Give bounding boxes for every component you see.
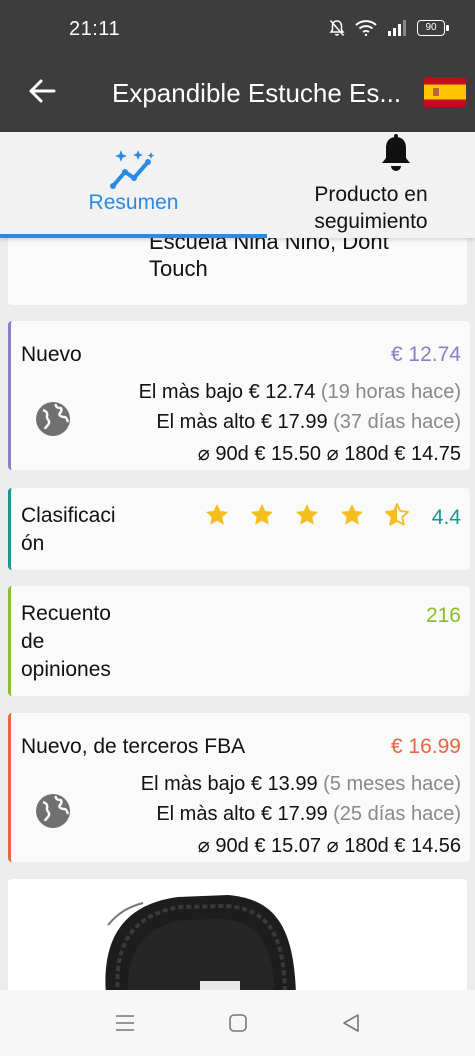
star-full-icon — [341, 504, 363, 525]
highest-price-fba: El màs alto € 17.99 (25 días hace) — [156, 803, 461, 825]
highest-price-nuevo: El màs alto € 17.99 (37 días hace) — [156, 411, 461, 433]
star-full-icon — [206, 504, 228, 525]
product-title: Escuela Nina Nino, Dont Touch — [149, 238, 389, 281]
star-full-icon — [296, 504, 318, 525]
back-arrow-icon[interactable] — [26, 75, 58, 107]
tab-producto-seguimiento[interactable]: Producto en seguimiento — [267, 132, 475, 238]
status-icons: 90 — [329, 19, 449, 37]
product-image[interactable] — [88, 885, 308, 990]
reviews-count: 216 — [425, 604, 461, 627]
spain-flag-icon[interactable] — [424, 77, 466, 107]
tab-producto-seguimiento-label: Producto en seguimiento — [314, 183, 428, 233]
price-label-nuevo: Nuevo — [21, 343, 82, 366]
battery-icon: 90 — [417, 20, 449, 36]
average-price-nuevo: ⌀ 90d € 15.50 ⌀ 180d € 14.75 — [197, 443, 461, 465]
price-card-fba[interactable]: Nuevo, de terceros FBA € 16.99 El màs ba… — [8, 713, 470, 862]
reviews-card[interactable]: Recuento de opiniones 216 — [8, 586, 470, 696]
price-label-fba: Nuevo, de terceros FBA — [21, 735, 246, 758]
price-card-nuevo[interactable]: Nuevo € 12.74 El màs bajo € 12.74 (19 ho… — [8, 321, 470, 470]
status-time: 21:11 — [69, 18, 121, 40]
signal-icon — [388, 20, 406, 36]
globe-icon — [36, 402, 70, 436]
system-nav-bar — [0, 990, 475, 1056]
star-half-icon — [385, 503, 409, 526]
rating-stars — [205, 503, 409, 527]
lowest-price-fba: El màs bajo € 13.99 (5 meses hace) — [140, 773, 461, 795]
app-bar: Expandible Estuche Es... — [0, 58, 475, 132]
tab-resumen-label: Resumen — [88, 191, 179, 214]
globe-icon — [36, 794, 70, 828]
content-scroll[interactable]: Escuela Nina Nino, Dont Touch Nuevo € 12… — [0, 238, 475, 990]
status-bar: 21:11 90 — [0, 0, 475, 58]
page-title: Expandible Estuche Es... — [112, 78, 402, 108]
home-icon[interactable] — [227, 1012, 249, 1034]
product-image-card[interactable] — [8, 879, 467, 990]
star-full-icon — [251, 504, 273, 525]
trending-sparkle-icon — [110, 150, 155, 189]
product-title-card: Escuela Nina Nino, Dont Touch — [8, 238, 467, 305]
price-current-nuevo: € 12.74 — [390, 343, 461, 366]
tab-bar: Resumen Producto en seguimiento — [0, 132, 475, 238]
price-current-fba: € 16.99 — [390, 735, 461, 758]
mute-icon — [329, 20, 345, 36]
reviews-label: Recuento de opiniones — [21, 602, 111, 681]
lowest-price-nuevo: El màs bajo € 12.74 (19 horas hace) — [138, 381, 461, 403]
bell-icon — [382, 134, 410, 171]
back-triangle-icon[interactable] — [340, 1012, 362, 1034]
tab-indicator — [0, 234, 267, 238]
menu-icon[interactable] — [114, 1012, 136, 1034]
rating-label: Clasificaci ón — [21, 504, 116, 555]
average-price-fba: ⌀ 90d € 15.07 ⌀ 180d € 14.56 — [197, 835, 461, 857]
wifi-icon — [355, 20, 377, 36]
rating-value: 4.4 — [431, 506, 461, 529]
rating-card[interactable]: Clasificaci ón 4.4 — [8, 488, 470, 570]
tab-resumen[interactable]: Resumen — [0, 132, 267, 238]
